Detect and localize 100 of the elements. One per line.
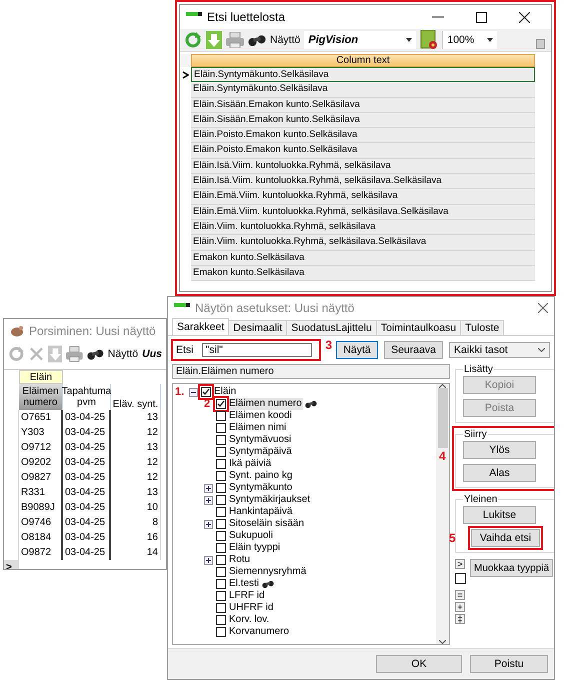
action-button[interactable]: Alas xyxy=(463,464,536,482)
grid-cell[interactable]: Eläin.Emä.Viim. kuntoluokka.Ryhmä, selkäsilava xyxy=(191,189,535,205)
checkbox[interactable] xyxy=(216,543,226,553)
next-button[interactable]: Seuraava xyxy=(384,341,444,359)
binoculars-icon[interactable] xyxy=(262,580,274,588)
small-button[interactable]: + xyxy=(455,602,465,612)
tree-item[interactable]: Korv. lov. xyxy=(228,614,270,626)
collapse-icon[interactable] xyxy=(189,388,198,396)
tab[interactable]: Desimaalit xyxy=(228,320,288,335)
expand-icon[interactable] xyxy=(204,496,213,504)
view-dropdown[interactable]: PigVision xyxy=(304,31,416,49)
small-button[interactable]: ‡ xyxy=(455,614,465,624)
checkbox[interactable] xyxy=(216,399,226,409)
checkbox[interactable] xyxy=(216,567,226,577)
grid-cell[interactable]: Emakon kunto.Selkäsilava xyxy=(191,266,535,282)
checkbox[interactable] xyxy=(216,447,226,457)
checkbox[interactable] xyxy=(216,519,226,529)
checkbox[interactable] xyxy=(216,555,226,565)
checkbox[interactable] xyxy=(216,531,226,541)
grid-cell[interactable]: Eläin.Emä.Viim. kuntoluokka.Ryhmä, selkäsilava.Selkäsilava xyxy=(191,204,535,220)
grid-cell[interactable]: Eläin.Sisään.Emakon kunto.Selkäsilava xyxy=(191,112,535,128)
column-header[interactable]: Column text xyxy=(191,54,535,67)
checkbox[interactable] xyxy=(216,507,226,517)
chevron-down-icon[interactable] xyxy=(439,640,446,644)
checkbox[interactable] xyxy=(216,459,226,469)
tree-item[interactable]: Hankintapäivä xyxy=(228,506,294,518)
tree-item[interactable]: LFRF id xyxy=(228,590,266,602)
tree-item[interactable]: Rotu xyxy=(228,554,252,566)
chevron-down-icon[interactable] xyxy=(538,348,545,352)
column-header[interactable]: Eläimen numero xyxy=(19,384,63,410)
expand-icon[interactable] xyxy=(204,556,213,564)
chevron-up-icon[interactable] xyxy=(439,384,446,388)
small-button[interactable]: = xyxy=(455,590,465,600)
checkbox[interactable] xyxy=(216,627,226,637)
book-gear-icon[interactable] xyxy=(420,30,438,50)
checkbox[interactable] xyxy=(216,495,226,505)
checkbox[interactable] xyxy=(216,615,226,625)
grid-cell[interactable]: Eläin.Isä.Viim. kuntoluokka.Ryhmä, selkäsilava xyxy=(191,158,535,174)
checkbox[interactable] xyxy=(216,591,226,601)
column-header[interactable]: Eläv. synt. xyxy=(111,384,161,410)
checkbox[interactable] xyxy=(455,573,466,584)
grid-cell[interactable]: Emakon kunto.Selkäsilava xyxy=(191,250,535,266)
tab[interactable]: Tuloste xyxy=(460,320,504,335)
small-button[interactable]: > xyxy=(455,559,465,569)
level-dropdown[interactable]: Kaikki tasot xyxy=(449,342,550,358)
checkbox[interactable] xyxy=(216,423,226,433)
grid-cell[interactable]: Eläin.Poisto.Emakon kunto.Selkäsilava xyxy=(191,143,535,159)
checkbox[interactable] xyxy=(216,471,226,481)
tab[interactable]: SuodatusLajittelu xyxy=(286,320,377,335)
maximize-icon[interactable] xyxy=(476,12,487,22)
search-field[interactable]: "sil" xyxy=(202,343,312,357)
tree-item[interactable]: Siemennysryhmä xyxy=(228,566,308,578)
action-button[interactable]: Ylös xyxy=(463,441,536,459)
expand-icon[interactable] xyxy=(204,520,213,528)
close-icon[interactable] xyxy=(519,12,530,22)
tree-item[interactable]: Eläin xyxy=(213,386,238,398)
checkbox[interactable] xyxy=(216,435,226,445)
tree-item[interactable]: Ikä päiviä xyxy=(228,458,272,470)
checkbox[interactable] xyxy=(201,387,211,397)
tree-item[interactable]: Eläimen numero xyxy=(228,398,303,410)
grid-cell[interactable]: Eläin.Sisään.Emakon kunto.Selkäsilava xyxy=(191,98,535,113)
view-value[interactable]: Uus xyxy=(142,348,162,360)
tree-item[interactable]: Eläimen koodi xyxy=(228,410,293,422)
column-header[interactable]: Tapahtuma pvm xyxy=(63,384,111,410)
expand-icon[interactable] xyxy=(204,484,213,492)
grid-cell[interactable]: Eläin.Syntymäkunto.Selkäsilava xyxy=(191,67,535,82)
scrollbar[interactable] xyxy=(436,384,449,644)
tree-item[interactable]: El.testi xyxy=(228,578,260,590)
grid-cell[interactable]: Eläin.Viim. kuntoluokka.Ryhmä, selkäsilava xyxy=(191,220,535,236)
action-button[interactable]: Vaihda etsi xyxy=(471,529,540,547)
tree-item[interactable]: Sitoseläin sisään xyxy=(228,518,306,530)
grid-cell[interactable]: Eläin.Isä.Viim. kuntoluokka.Ryhmä, selkäsilava.Selkäsilava xyxy=(191,174,535,190)
tab[interactable]: Toimintaulkoasu xyxy=(376,320,462,335)
tree-item[interactable]: Syntymäpäivä xyxy=(228,446,293,458)
dialog-button[interactable]: Poistu xyxy=(470,655,548,673)
tree-item[interactable]: Korvanumero xyxy=(228,626,290,638)
edit-type-button[interactable]: Muokkaa tyyppiä xyxy=(470,559,554,577)
tree-item[interactable]: Syntymävuosi xyxy=(228,434,292,446)
zoom-dropdown[interactable]: 100% xyxy=(442,31,498,49)
tree-item[interactable]: Synt. paino kg xyxy=(228,470,294,482)
checkbox[interactable] xyxy=(216,411,226,421)
binoculars-icon[interactable] xyxy=(248,34,266,46)
binoculars-icon[interactable] xyxy=(87,348,104,360)
binoculars-icon[interactable] xyxy=(304,400,317,408)
checkbox[interactable] xyxy=(216,579,226,589)
tab[interactable]: Sarakkeet xyxy=(172,318,230,335)
action-button[interactable]: Lukitse xyxy=(463,506,536,524)
tree-item[interactable]: Eläimen nimi xyxy=(228,422,288,434)
tree-item[interactable]: UHFRF id xyxy=(228,602,274,614)
checkbox[interactable] xyxy=(216,483,226,493)
tree-item[interactable]: Syntymäkunto xyxy=(228,482,294,494)
tree-item[interactable]: Eläin tyyppi xyxy=(228,542,282,554)
show-button[interactable]: Näytä xyxy=(336,341,378,359)
tree-item[interactable]: Syntymäkirjaukset xyxy=(228,494,312,506)
dialog-button[interactable]: OK xyxy=(376,655,462,673)
tree-item[interactable]: Sukupuoli xyxy=(228,530,274,542)
checkbox[interactable] xyxy=(216,603,226,613)
grid-cell[interactable]: Eläin.Viim. kuntoluokka.Ryhmä, selkäsilava.Selkäsilava xyxy=(191,235,535,251)
grid-cell[interactable]: Eläin.Poisto.Emakon kunto.Selkäsilava xyxy=(191,128,535,144)
refresh-icon[interactable] xyxy=(184,31,202,49)
